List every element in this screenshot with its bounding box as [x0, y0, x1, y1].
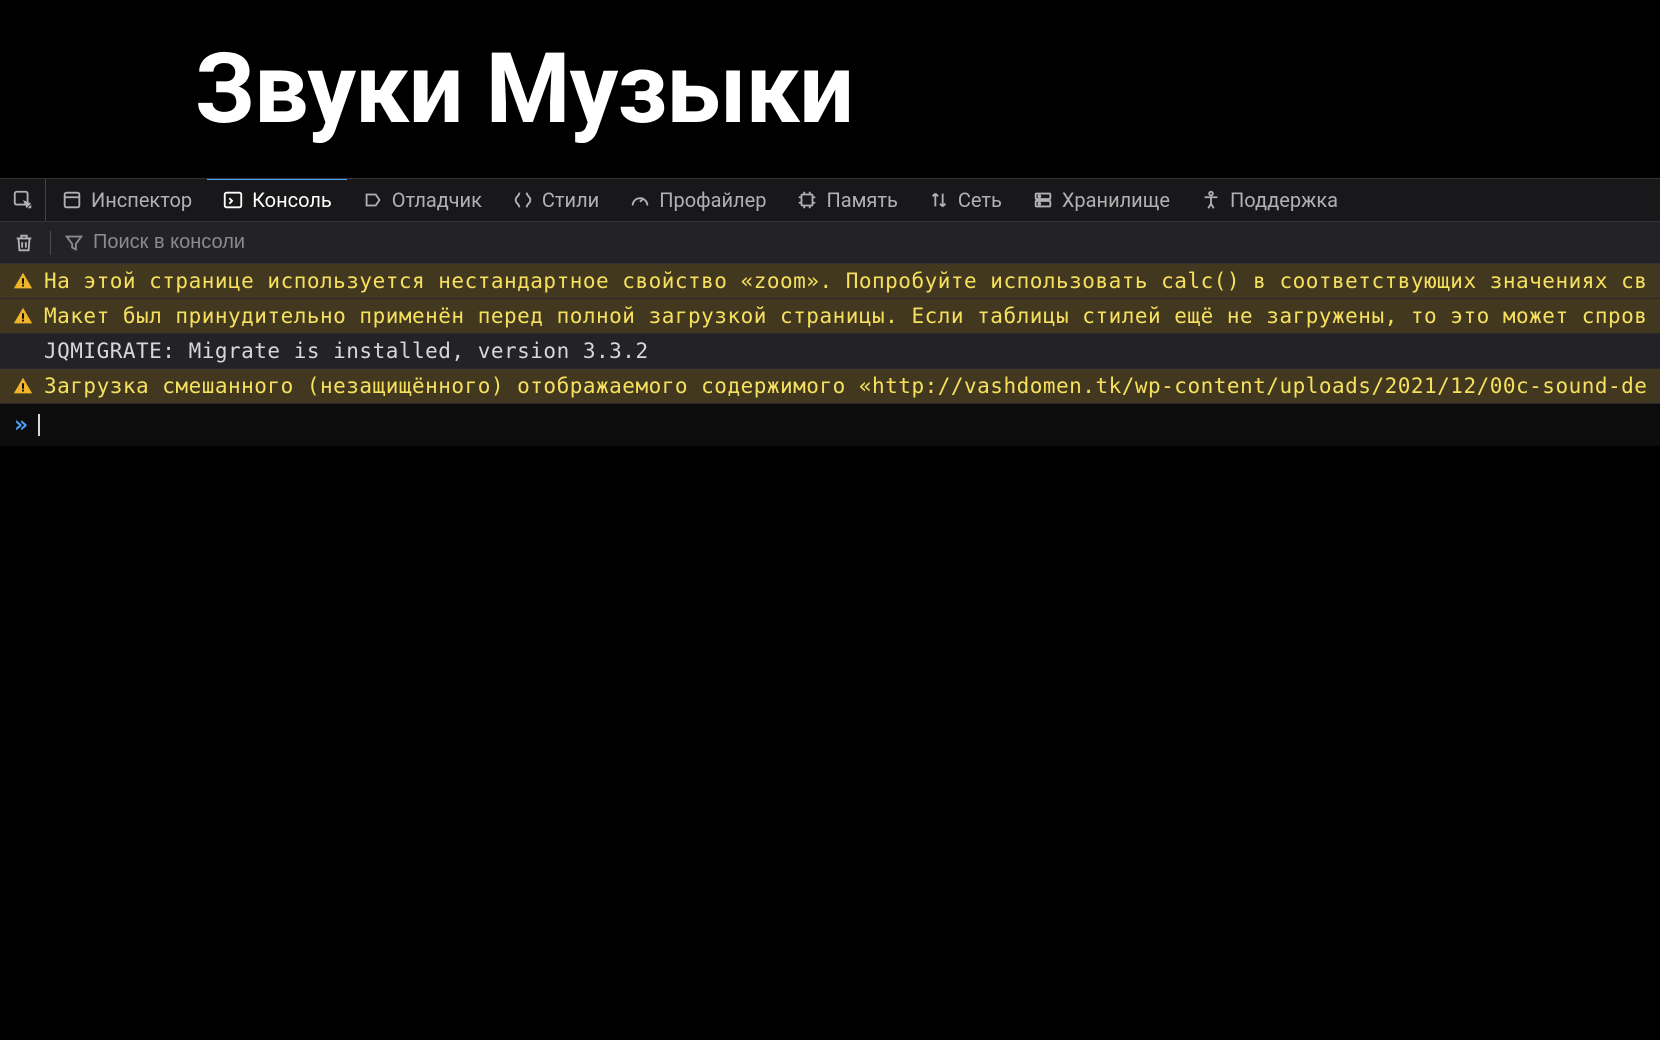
tab-label: Профайлер	[659, 188, 766, 212]
console-toolbar	[0, 222, 1660, 264]
tab-debugger[interactable]: Отладчик	[347, 179, 497, 221]
tab-label: Сеть	[958, 188, 1002, 212]
profiler-icon	[629, 189, 651, 211]
devtools-tab-bar: Инспектор Консоль Отладчик Стили	[0, 178, 1660, 222]
filter-icon	[63, 232, 85, 254]
console-messages: На этой странице используется нестандарт…	[0, 264, 1660, 404]
message-text: Макет был принудительно применён перед п…	[44, 304, 1647, 328]
tab-memory[interactable]: Память	[781, 179, 912, 221]
memory-icon	[796, 189, 818, 211]
tab-label: Отладчик	[392, 188, 482, 212]
message-text: На этой странице используется нестандарт…	[44, 269, 1647, 293]
console-message-log[interactable]: JQMIGRATE: Migrate is installed, version…	[0, 334, 1660, 369]
tab-label: Поддержка	[1230, 188, 1338, 212]
tab-label: Стили	[542, 188, 599, 212]
inspector-icon	[61, 189, 83, 211]
clear-console-button[interactable]	[10, 229, 38, 257]
accessibility-icon	[1200, 189, 1222, 211]
console-input[interactable]	[50, 413, 1646, 437]
tab-storage[interactable]: Хранилище	[1017, 179, 1185, 221]
tab-console[interactable]: Консоль	[207, 179, 347, 221]
devtools-panel: Инспектор Консоль Отладчик Стили	[0, 178, 1660, 446]
message-text: JQMIGRATE: Migrate is installed, version…	[44, 339, 649, 363]
pick-element-icon	[12, 189, 34, 211]
prompt-icon: »	[14, 412, 28, 438]
warning-icon	[12, 375, 34, 397]
text-caret	[38, 414, 40, 436]
warning-icon	[12, 305, 34, 327]
console-message-warning[interactable]: Макет был принудительно применён перед п…	[0, 299, 1660, 334]
tab-inspector[interactable]: Инспектор	[46, 179, 207, 221]
tab-network[interactable]: Сеть	[913, 179, 1017, 221]
console-message-warning[interactable]: Загрузка смешанного (незащищённого) отоб…	[0, 369, 1660, 404]
console-prompt-row[interactable]: »	[0, 404, 1660, 446]
styles-icon	[512, 189, 534, 211]
storage-icon	[1032, 189, 1054, 211]
network-icon	[928, 189, 950, 211]
tab-label: Хранилище	[1062, 188, 1170, 212]
tab-profiler[interactable]: Профайлер	[614, 179, 781, 221]
debugger-icon	[362, 189, 384, 211]
page-content-area: Звуки Музыки	[0, 0, 1660, 178]
tab-label: Консоль	[252, 188, 332, 212]
page-title: Звуки Музыки	[195, 41, 853, 138]
tab-styles[interactable]: Стили	[497, 179, 614, 221]
console-message-warning[interactable]: На этой странице используется нестандарт…	[0, 264, 1660, 299]
pick-element-button[interactable]	[0, 179, 46, 221]
message-text: Загрузка смешанного (незащищённого) отоб…	[44, 374, 1647, 398]
console-filter-area[interactable]	[63, 231, 1650, 254]
console-icon	[222, 189, 244, 211]
tab-label: Память	[826, 188, 897, 212]
toolbar-divider	[50, 231, 51, 255]
warning-icon	[12, 270, 34, 292]
tab-label: Инспектор	[91, 188, 192, 212]
console-filter-input[interactable]	[93, 231, 393, 254]
trash-icon	[13, 232, 35, 254]
tab-accessibility[interactable]: Поддержка	[1185, 179, 1353, 221]
